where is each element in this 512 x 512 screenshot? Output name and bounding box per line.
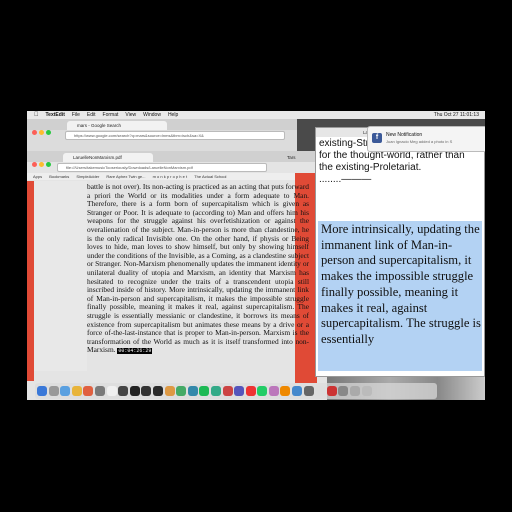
app-icon[interactable] [141,386,152,396]
app-icon[interactable] [268,386,279,396]
tab-mars-search[interactable]: mars - Google Search [67,121,167,130]
spotify-icon[interactable] [199,386,210,396]
menu-format[interactable]: Format [103,111,119,119]
pdf-sidebar [27,181,87,371]
menu-edit[interactable]: Edit [87,111,96,119]
menu-file[interactable]: File [72,111,80,119]
close-icon[interactable] [32,130,37,135]
menu-window[interactable]: Window [143,111,161,119]
menu-textedit[interactable]: TextEdit [46,111,65,119]
address-bar[interactable]: https://www.google.com/search?q=mars&sou… [65,131,285,140]
firefox-icon[interactable] [83,386,94,396]
app-icon[interactable] [280,386,291,396]
notification-body: Juan Ignacio Meg added a photo in S [386,139,453,144]
bookmark-actual-school[interactable]: The Actual School [194,174,226,179]
menu-view[interactable]: View [125,111,136,119]
dock [35,383,437,399]
app-icon[interactable] [245,386,256,396]
menu-help[interactable]: Help [168,111,178,119]
bookmark-monkprophet[interactable]: m o n k p r o p h e t [153,174,187,179]
app-icon[interactable] [210,386,221,396]
app-icon[interactable] [234,386,245,396]
pdf-page-text: battle is not over). Its non-acting is p… [87,182,309,371]
app-icon[interactable] [303,386,314,396]
minimize-icon[interactable] [39,130,44,135]
menubar-clock[interactable]: Thu Oct 27 11:01:13 [434,111,479,119]
textedit-window: Laruelle_introduction to non-Marxism exi… [315,127,485,377]
tab-bar: mars - Google Search [27,119,297,135]
textedit-dots[interactable]: ........——— [319,174,479,186]
red-strip-left [27,181,34,381]
app-icon[interactable] [164,386,175,396]
tab-right[interactable]: Tars [277,153,317,162]
chrome-icon[interactable] [71,386,82,396]
address-bar[interactable]: file:///Users/takemusicTooseriously/Down… [57,163,267,172]
bookmark-simpleadder[interactable]: SimpleAdder [76,174,99,179]
tab-pdf[interactable]: LaruelleNonMarxism.pdf [63,153,153,162]
launchpad-icon[interactable] [48,386,59,396]
app-icon[interactable] [338,386,349,396]
bookmark-aphex[interactable]: Rare Aphex Twin ge... [106,174,145,179]
tab-bar: LaruelleNonMarxism.pdf Tars [27,151,327,167]
folder-icon[interactable] [350,386,361,396]
trash-icon[interactable] [361,386,372,396]
window-controls [32,154,53,172]
apple-icon[interactable]:  [34,111,39,119]
maximize-icon[interactable] [46,162,51,167]
bookmark-apps[interactable]: Apps [33,174,42,179]
window-controls [32,122,53,140]
minimize-icon[interactable] [39,162,44,167]
menu-bar:  TextEdit File Edit Format View Window … [27,111,485,119]
timecode-badge: 00:04:26:29 [117,348,153,355]
app-icon[interactable] [326,386,337,396]
app-icon[interactable] [315,386,326,396]
app-icon[interactable] [152,386,163,396]
pdf-paragraph: battle is not over). Its non-acting is p… [87,182,309,355]
bookmark-bookmarks[interactable]: Bookmarks [49,174,69,179]
clock-icon[interactable] [118,386,129,396]
app-icon[interactable] [94,386,105,396]
textedit-selected-text[interactable]: More intrinsically, updating the immanen… [321,222,483,348]
textedit-icon[interactable] [106,386,117,396]
bookmarks-bar: Apps Bookmarks SimpleAdder Rare Aphex Tw… [27,173,327,180]
app-icon[interactable] [176,386,187,396]
app-icon[interactable] [187,386,198,396]
finder-icon[interactable] [37,386,47,396]
music-icon[interactable] [129,386,140,396]
facebook-icon: f [372,133,382,143]
notification-title: New Notification [386,132,423,138]
notification-banner[interactable]: f New Notification Juan Ignacio Meg adde… [367,126,485,152]
app-icon[interactable] [257,386,268,396]
maximize-icon[interactable] [46,130,51,135]
app-icon[interactable] [222,386,233,396]
safari-icon[interactable] [60,386,71,396]
desktop-screen:  TextEdit File Edit Format View Window … [27,111,485,400]
app-icon[interactable] [292,386,303,396]
close-icon[interactable] [32,162,37,167]
